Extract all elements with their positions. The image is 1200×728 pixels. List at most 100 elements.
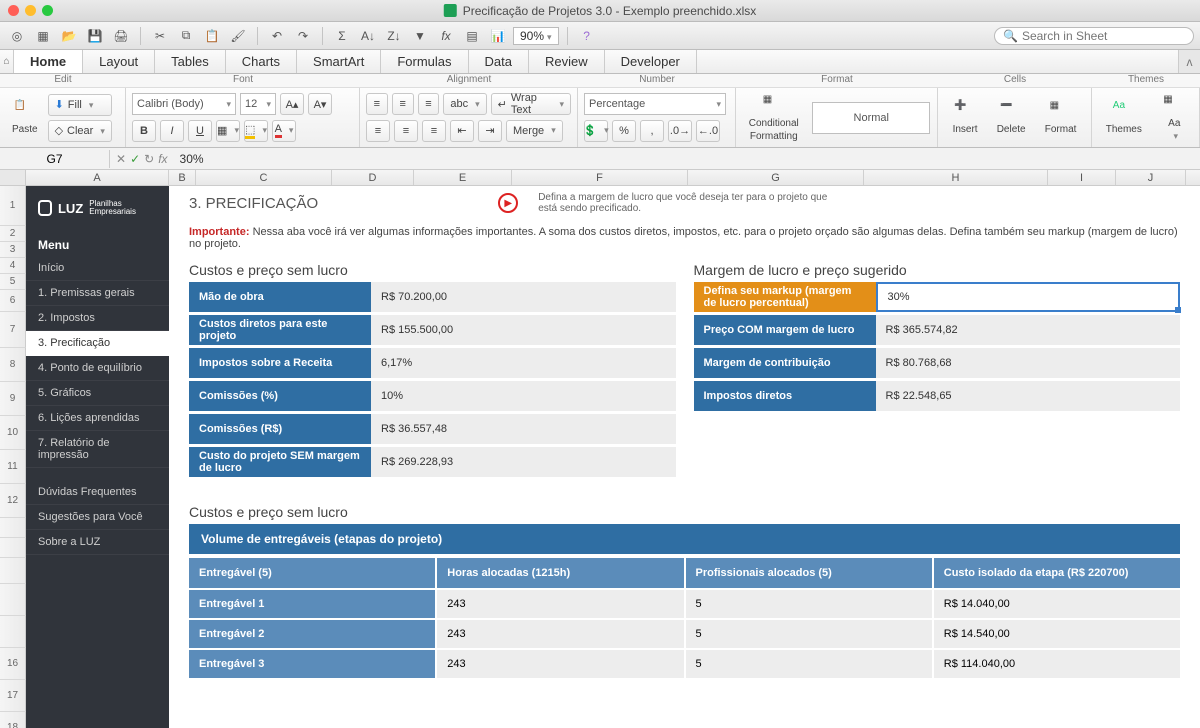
row-header[interactable]: 3 [0,242,26,258]
col-header-d[interactable]: D [332,170,414,185]
merge-button[interactable]: Merge [506,120,563,142]
sidebar-item-duvidas[interactable]: Dúvidas Frequentes [26,480,169,505]
app-menu-icon[interactable]: ◎ [6,25,28,47]
number-format-select[interactable]: Percentage [584,93,726,115]
row-headers[interactable]: 1 2 3 4 5 6 7 8 9 10 11 12 16 17 18 [0,186,26,728]
row-header[interactable]: 17 [0,680,26,712]
row-header[interactable]: 18 [0,712,26,728]
table-row[interactable]: Preço COM margem de lucroR$ 365.574,82 [694,315,1181,345]
save-icon[interactable]: 💾 [84,25,106,47]
tab-home[interactable]: Home [14,50,83,73]
insert-cells-button[interactable]: ➕Insert [947,98,984,137]
row-header[interactable]: 9 [0,382,26,416]
cut-icon[interactable]: ✂ [149,25,171,47]
indent-increase-icon[interactable]: ⇥ [478,120,502,142]
filter-icon[interactable]: ▼ [409,25,431,47]
row-header[interactable]: 4 [0,258,26,274]
select-all-corner[interactable] [0,170,26,185]
bold-button[interactable]: B [132,120,156,142]
deliverable-row[interactable]: Entregável 12435R$ 14.040,00 [189,590,1180,618]
align-middle-icon[interactable]: ≡ [392,93,414,115]
tab-review[interactable]: Review [529,50,605,73]
conditional-formatting-button[interactable]: ▦ Conditional Formatting [743,92,805,144]
sort-desc-icon[interactable]: Z↓ [383,25,405,47]
sidebar-item-impostos[interactable]: 2. Impostos [26,306,169,331]
sort-asc-icon[interactable]: A↓ [357,25,379,47]
table-row[interactable]: Custo do projeto SEM margem de lucroR$ 2… [189,447,676,477]
font-size-select[interactable]: 12 [240,93,276,115]
col-header-g[interactable]: G [688,170,864,185]
autosum-icon[interactable]: Σ [331,25,353,47]
copy-icon[interactable]: ⧉ [175,25,197,47]
row-header[interactable]: 5 [0,274,26,290]
align-center-icon[interactable]: ≡ [394,120,418,142]
table-row[interactable]: Defina seu markup (margem de lucro perce… [694,282,1181,312]
row-header[interactable] [0,558,26,584]
row-header[interactable] [0,518,26,538]
tab-developer[interactable]: Developer [605,50,697,73]
open-file-icon[interactable]: 📂 [58,25,80,47]
table-row[interactable]: Impostos sobre a Receita6,17% [189,348,676,378]
row-header[interactable]: 6 [0,290,26,312]
undo-icon[interactable]: ↶ [266,25,288,47]
sidebar-item-inicio[interactable]: Início [26,256,169,281]
row-header[interactable]: 2 [0,226,26,242]
wrap-text-button[interactable]: ↵Wrap Text [491,93,571,115]
currency-button[interactable]: 💲 [584,120,608,142]
formula-input[interactable]: 30% [174,152,1200,166]
decrease-decimal-icon[interactable]: ←.0 [696,120,720,142]
search-box[interactable]: 🔍 [994,27,1194,45]
table-row[interactable]: Mão de obraR$ 70.200,00 [189,282,676,312]
col-header-b[interactable]: B [169,170,196,185]
align-bottom-icon[interactable]: ≡ [418,93,440,115]
tab-home-icon[interactable]: ⌂ [0,50,14,73]
column-headers[interactable]: A B C D E F G H I J [0,170,1200,186]
font-color-button[interactable]: A [272,120,296,142]
fill-color-button[interactable]: ⬚ [244,120,268,142]
col-header-a[interactable]: A [26,170,169,185]
decrease-font-icon[interactable]: A▾ [308,93,332,115]
close-window-button[interactable] [8,5,19,16]
paste-icon[interactable]: 📋 [201,25,223,47]
cell-style-normal[interactable]: Normal [812,102,930,134]
table-icon[interactable]: ▤ [461,25,483,47]
cancel-formula-icon[interactable]: ✕ [116,152,126,166]
sidebar-item-premissas[interactable]: 1. Premissas gerais [26,281,169,306]
align-right-icon[interactable]: ≡ [422,120,446,142]
increase-font-icon[interactable]: A▴ [280,93,304,115]
row-header[interactable]: 12 [0,484,26,518]
minimize-window-button[interactable] [25,5,36,16]
tab-smartart[interactable]: SmartArt [297,50,381,73]
delete-cells-button[interactable]: ➖Delete [991,98,1032,137]
format-cells-button[interactable]: ▦Format [1039,98,1083,137]
comma-button[interactable]: , [640,120,664,142]
row-header[interactable]: 10 [0,416,26,450]
indent-decrease-icon[interactable]: ⇤ [450,120,474,142]
print-icon[interactable]: 🖨 [110,25,132,47]
theme-colors-button[interactable]: ▦Aa [1157,92,1191,144]
confirm-formula-icon[interactable]: ✓ [130,152,140,166]
underline-button[interactable]: U [188,120,212,142]
redo-icon[interactable]: ↷ [292,25,314,47]
sheet-content[interactable]: 3. PRECIFICAÇÃO ▶ Defina a margem de luc… [169,186,1200,728]
orientation-button[interactable]: abc [443,93,486,115]
format-painter-icon[interactable]: 🖌 [227,25,249,47]
tab-data[interactable]: Data [469,50,529,73]
row-value[interactable]: 30% [876,282,1181,312]
col-header-j[interactable]: J [1116,170,1186,185]
col-header-c[interactable]: C [196,170,332,185]
sidebar-item-sugestoes[interactable]: Sugestões para Você [26,505,169,530]
align-top-icon[interactable]: ≡ [366,93,388,115]
row-header[interactable] [0,616,26,648]
borders-button[interactable]: ▦ [216,120,240,142]
zoom-selector[interactable]: 90% [513,27,559,45]
col-header-h[interactable]: H [864,170,1048,185]
table-row[interactable]: Impostos diretosR$ 22.548,65 [694,381,1181,411]
tab-tables[interactable]: Tables [155,50,226,73]
deliverable-row[interactable]: Entregável 32435R$ 114.040,00 [189,650,1180,678]
table-row[interactable]: Comissões (R$)R$ 36.557,48 [189,414,676,444]
align-left-icon[interactable]: ≡ [366,120,390,142]
collapse-ribbon-icon[interactable]: ʌ [1178,50,1200,73]
sidebar-item-precificacao[interactable]: 3. Precificação [26,331,169,356]
table-row[interactable]: Margem de contribuiçãoR$ 80.768,68 [694,348,1181,378]
